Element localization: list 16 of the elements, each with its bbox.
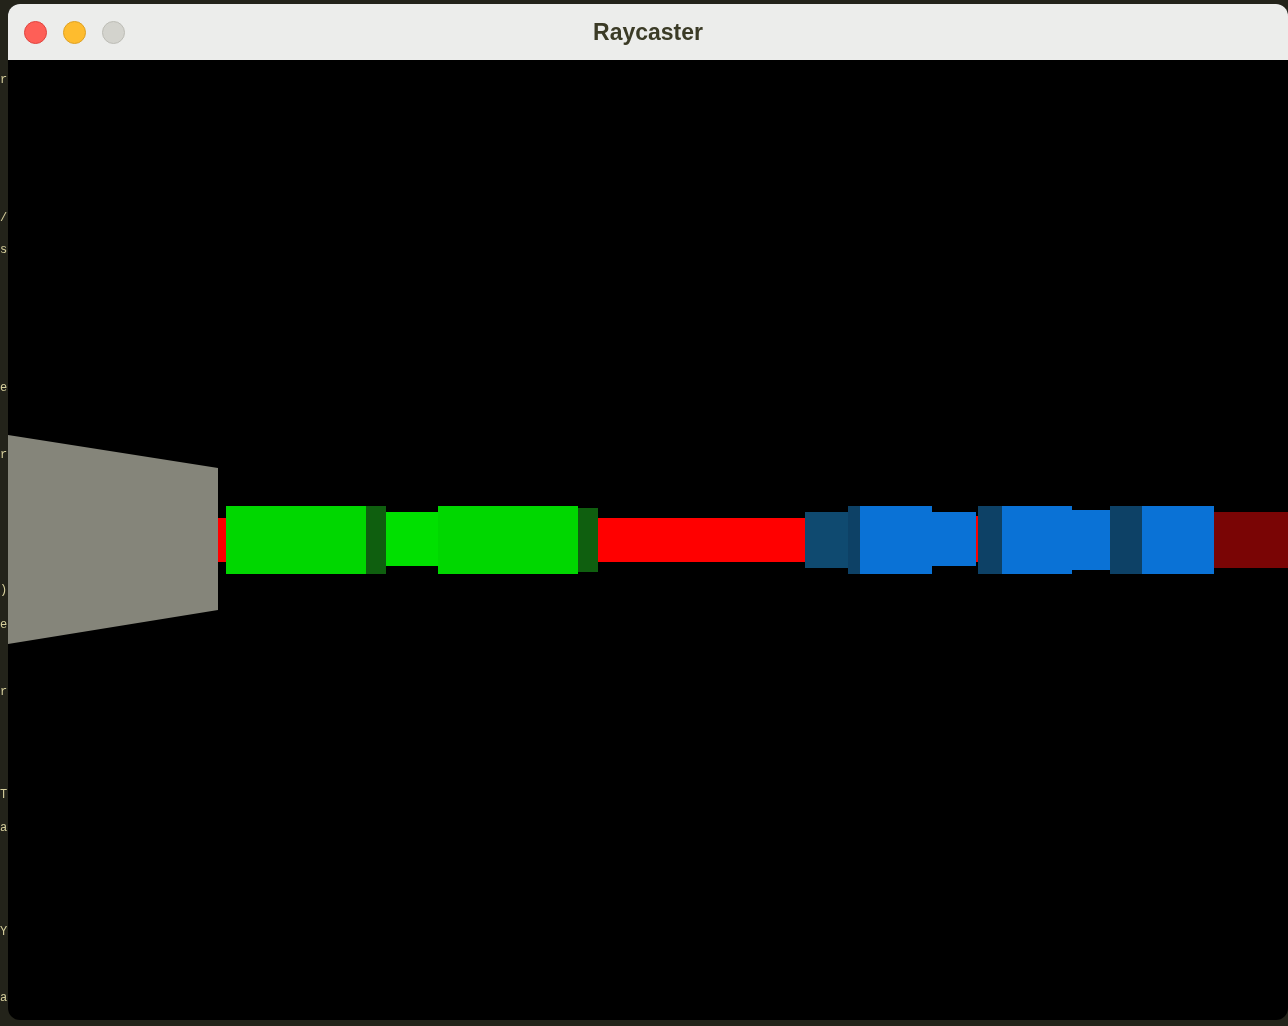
code-fragment: r xyxy=(0,72,8,89)
code-fragment: r xyxy=(0,684,8,701)
code-fragment: / xyxy=(0,210,8,227)
zoom-button[interactable] xyxy=(102,20,125,44)
code-fragment: T xyxy=(0,787,8,804)
code-fragment: e xyxy=(0,380,8,397)
code-fragment: s xyxy=(0,242,8,259)
code-fragment: r xyxy=(0,447,8,464)
window-title: Raycaster xyxy=(593,18,703,46)
code-fragment: a xyxy=(0,990,8,1007)
code-fragment: a xyxy=(0,820,8,837)
code-fragment: ) xyxy=(0,582,8,599)
minimize-button[interactable] xyxy=(63,20,86,44)
code-fragment: Y xyxy=(0,924,8,941)
close-button[interactable] xyxy=(24,20,47,44)
code-fragment: e xyxy=(0,617,8,634)
